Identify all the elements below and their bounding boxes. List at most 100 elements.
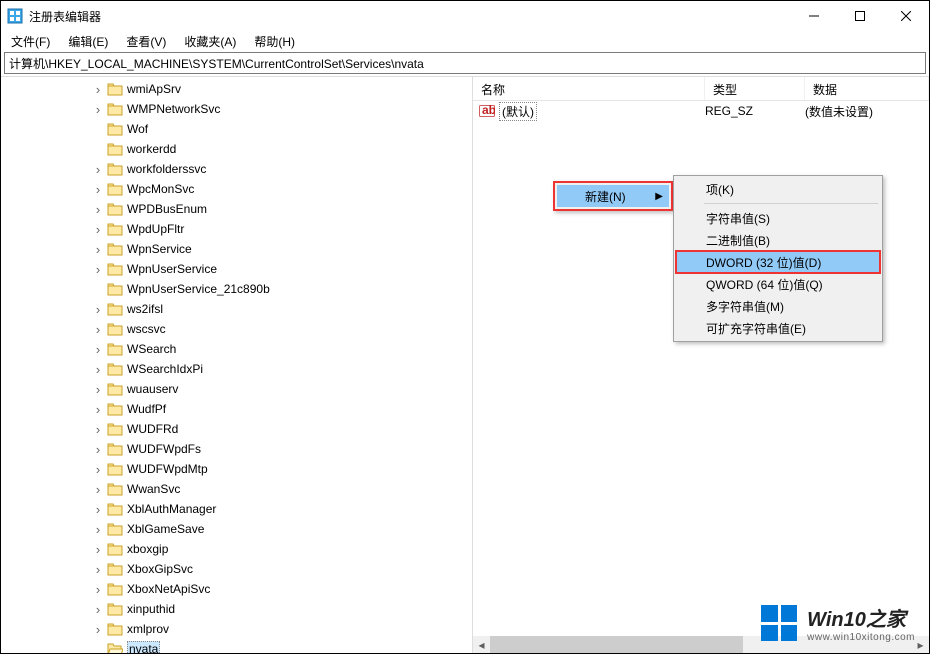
svg-text:ab: ab	[482, 103, 495, 117]
tree-item[interactable]: ›WUDFWpdFs	[1, 439, 472, 459]
minimize-button[interactable]	[791, 1, 837, 31]
tree-item-label: WpnService	[127, 242, 192, 256]
ctx-new-dword[interactable]: DWORD (32 位)值(D)	[676, 251, 880, 273]
menu-help[interactable]: 帮助(H)	[246, 31, 303, 52]
expand-toggle-icon[interactable]: ›	[91, 82, 105, 96]
tree-item[interactable]: ›wscsvc	[1, 319, 472, 339]
list-row[interactable]: ab (默认) REG_SZ (数值未设置)	[473, 101, 929, 121]
ctx-new[interactable]: 新建(N) ▶	[557, 185, 669, 207]
expand-toggle-icon[interactable]: ›	[91, 482, 105, 496]
watermark-title: Win10之家	[807, 603, 915, 632]
tree-item-label: xmlprov	[127, 622, 169, 636]
address-bar[interactable]: 计算机\HKEY_LOCAL_MACHINE\SYSTEM\CurrentCon…	[4, 52, 926, 74]
tree-item[interactable]: ›ws2ifsl	[1, 299, 472, 319]
tree-item[interactable]: ›wuauserv	[1, 379, 472, 399]
ctx-new-binary[interactable]: 二进制值(B)	[676, 229, 880, 251]
expand-toggle-icon[interactable]: ›	[91, 562, 105, 576]
expand-toggle-icon[interactable]: ›	[91, 182, 105, 196]
expand-toggle-icon[interactable]: ›	[91, 162, 105, 176]
tree-item[interactable]: Wof	[1, 119, 472, 139]
ctx-new-expandstring[interactable]: 可扩充字符串值(E)	[676, 317, 880, 339]
tree-item[interactable]: ›XblAuthManager	[1, 499, 472, 519]
expand-toggle-icon[interactable]: ›	[91, 522, 105, 536]
folder-icon	[107, 442, 123, 456]
expand-toggle-icon[interactable]: ›	[91, 302, 105, 316]
folder-icon	[107, 262, 123, 276]
tree-item[interactable]: ›wmiApSrv	[1, 79, 472, 99]
expand-toggle-icon[interactable]: ›	[91, 382, 105, 396]
context-menu-primary: 新建(N) ▶	[553, 181, 673, 211]
tree-item[interactable]: ›xboxgip	[1, 539, 472, 559]
folder-icon	[107, 482, 123, 496]
tree-item[interactable]: ›WpdUpFltr	[1, 219, 472, 239]
expand-toggle-icon[interactable]: ›	[91, 242, 105, 256]
ctx-new-key[interactable]: 项(K)	[676, 178, 880, 200]
expand-toggle-icon[interactable]: ›	[91, 622, 105, 636]
expand-toggle-icon[interactable]: ›	[91, 582, 105, 596]
menu-favorites[interactable]: 收藏夹(A)	[176, 31, 244, 52]
expand-toggle-icon[interactable]: ›	[91, 402, 105, 416]
folder-icon	[107, 322, 123, 336]
window-title: 注册表编辑器	[29, 8, 791, 25]
maximize-button[interactable]	[837, 1, 883, 31]
tree-item-label: WSearch	[127, 342, 176, 356]
string-value-icon: ab	[479, 103, 495, 119]
scroll-left-icon[interactable]: ◂	[473, 636, 490, 653]
folder-icon	[107, 122, 123, 136]
col-header-name[interactable]: 名称	[473, 77, 705, 100]
col-header-data[interactable]: 数据	[805, 77, 929, 100]
tree-item[interactable]: nvata	[1, 639, 472, 653]
expand-toggle-icon[interactable]: ›	[91, 222, 105, 236]
close-button[interactable]	[883, 1, 929, 31]
tree-item[interactable]: ›WudfPf	[1, 399, 472, 419]
tree-item[interactable]: › WSearch	[1, 339, 472, 359]
menu-edit[interactable]: 编辑(E)	[60, 31, 116, 52]
expand-toggle-icon[interactable]: ›	[91, 202, 105, 216]
tree-item[interactable]: workerdd	[1, 139, 472, 159]
expand-toggle-icon[interactable]: ›	[91, 542, 105, 556]
tree-item[interactable]: ›WpnUserService	[1, 259, 472, 279]
tree-item[interactable]: ›WUDFWpdMtp	[1, 459, 472, 479]
ctx-new-qword[interactable]: QWORD (64 位)值(Q)	[676, 273, 880, 295]
tree-item[interactable]: ›WUDFRd	[1, 419, 472, 439]
folder-icon	[107, 142, 123, 156]
tree-pane[interactable]: ›wmiApSrv›WMPNetworkSvcWofworkerdd›workf…	[1, 77, 473, 653]
ctx-new-string[interactable]: 字符串值(S)	[676, 207, 880, 229]
tree-item[interactable]: WpnUserService_21c890b	[1, 279, 472, 299]
folder-icon	[107, 362, 123, 376]
menu-file[interactable]: 文件(F)	[3, 31, 58, 52]
folder-icon	[107, 382, 123, 396]
tree-item-label: WPDBusEnum	[127, 202, 207, 216]
folder-icon	[107, 422, 123, 436]
expand-toggle-icon[interactable]: ›	[91, 462, 105, 476]
expand-toggle-icon[interactable]: ›	[91, 342, 105, 356]
menu-view[interactable]: 查看(V)	[118, 31, 174, 52]
expand-toggle-icon[interactable]: ›	[91, 262, 105, 276]
value-list-pane[interactable]: 名称 类型 数据 ab (默认) REG_SZ (数值未设置) ◂ ▸	[473, 77, 929, 653]
folder-icon	[107, 462, 123, 476]
tree-item[interactable]: ›workfolderssvc	[1, 159, 472, 179]
menu-separator	[704, 203, 878, 204]
tree-item[interactable]: ›WpcMonSvc	[1, 179, 472, 199]
tree-item[interactable]: ›XboxGipSvc	[1, 559, 472, 579]
tree-item[interactable]: ›xinputhid	[1, 599, 472, 619]
expand-toggle-icon[interactable]: ›	[91, 322, 105, 336]
tree-item[interactable]: ›XblGameSave	[1, 519, 472, 539]
scroll-thumb[interactable]	[490, 636, 743, 653]
folder-icon	[107, 282, 123, 296]
expand-toggle-icon[interactable]: ›	[91, 102, 105, 116]
ctx-new-multistring[interactable]: 多字符串值(M)	[676, 295, 880, 317]
expand-toggle-icon[interactable]: ›	[91, 602, 105, 616]
tree-item[interactable]: › WPDBusEnum	[1, 199, 472, 219]
tree-item[interactable]: › WpnService	[1, 239, 472, 259]
tree-item[interactable]: › xmlprov	[1, 619, 472, 639]
expand-toggle-icon[interactable]: ›	[91, 422, 105, 436]
expand-toggle-icon[interactable]: ›	[91, 502, 105, 516]
tree-item[interactable]: ›WMPNetworkSvc	[1, 99, 472, 119]
tree-item[interactable]: ›XboxNetApiSvc	[1, 579, 472, 599]
expand-toggle-icon[interactable]: ›	[91, 442, 105, 456]
expand-toggle-icon[interactable]: ›	[91, 362, 105, 376]
tree-item[interactable]: ›WwanSvc	[1, 479, 472, 499]
tree-item[interactable]: ›WSearchIdxPi	[1, 359, 472, 379]
col-header-type[interactable]: 类型	[705, 77, 805, 100]
